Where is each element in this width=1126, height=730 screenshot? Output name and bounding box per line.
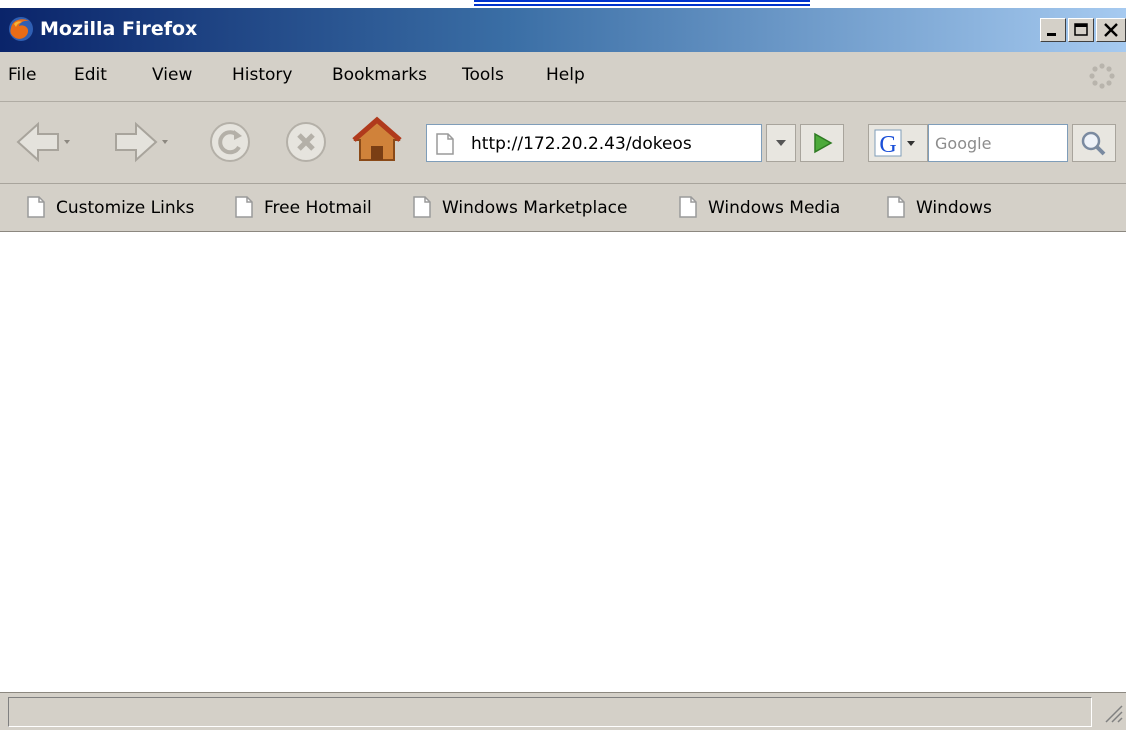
status-bar xyxy=(0,692,1126,730)
page-icon xyxy=(234,196,254,222)
page-icon xyxy=(886,196,906,222)
page-icon xyxy=(412,196,432,222)
close-button[interactable] xyxy=(1096,18,1126,42)
link-underline[interactable] xyxy=(474,0,810,2)
url-dropdown-button[interactable] xyxy=(766,124,796,162)
menu-history[interactable]: History xyxy=(232,65,292,85)
throbber-icon xyxy=(1088,62,1116,90)
search-input[interactable]: Google xyxy=(928,124,1068,162)
bookmark-label: Free Hotmail xyxy=(264,198,372,218)
home-icon[interactable] xyxy=(352,116,402,170)
go-arrow-icon[interactable] xyxy=(800,124,844,162)
window-title: Mozilla Firefox xyxy=(40,18,198,40)
bookmark-label: Windows xyxy=(916,198,992,218)
url-bar[interactable]: http://172.20.2.43/dokeos xyxy=(426,124,762,162)
bookmark-label: Windows Media xyxy=(708,198,841,218)
menu-tools[interactable]: Tools xyxy=(462,65,504,85)
search-engine-selector[interactable]: G xyxy=(868,124,928,162)
bookmarks-toolbar: Customize Links Free Hotmail Windows Mar… xyxy=(0,184,1126,232)
bookmark-label: Customize Links xyxy=(56,198,195,218)
stop-icon[interactable] xyxy=(284,120,328,168)
magnifier-icon[interactable] xyxy=(1072,124,1116,162)
reload-icon[interactable] xyxy=(208,120,252,168)
page-icon xyxy=(26,196,46,222)
back-arrow-icon[interactable] xyxy=(14,118,72,170)
page-icon xyxy=(678,196,698,222)
search-placeholder: Google xyxy=(935,134,992,153)
menu-help[interactable]: Help xyxy=(546,65,585,85)
menu-bar: File Edit View History Bookmarks Tools H… xyxy=(0,52,1126,102)
menu-edit[interactable]: Edit xyxy=(74,65,107,85)
svg-text:G: G xyxy=(879,132,896,158)
bookmark-label: Windows Marketplace xyxy=(442,198,628,218)
link-underline-bottom xyxy=(474,4,810,6)
title-bar: Mozilla Firefox xyxy=(0,8,1126,52)
forward-arrow-icon[interactable] xyxy=(112,118,170,170)
menu-file[interactable]: File xyxy=(8,65,36,85)
maximize-button[interactable] xyxy=(1068,18,1094,42)
resize-grip-icon[interactable] xyxy=(1100,700,1124,728)
menu-bookmarks[interactable]: Bookmarks xyxy=(332,65,427,85)
navigation-toolbar: http://172.20.2.43/dokeos G Google xyxy=(0,102,1126,184)
page-icon xyxy=(435,133,455,159)
minimize-button[interactable] xyxy=(1040,18,1066,42)
url-text[interactable]: http://172.20.2.43/dokeos xyxy=(471,134,692,154)
page-content[interactable] xyxy=(0,232,1126,692)
menu-view[interactable]: View xyxy=(152,65,192,85)
firefox-logo-icon xyxy=(8,16,34,42)
status-panel xyxy=(8,697,1092,727)
